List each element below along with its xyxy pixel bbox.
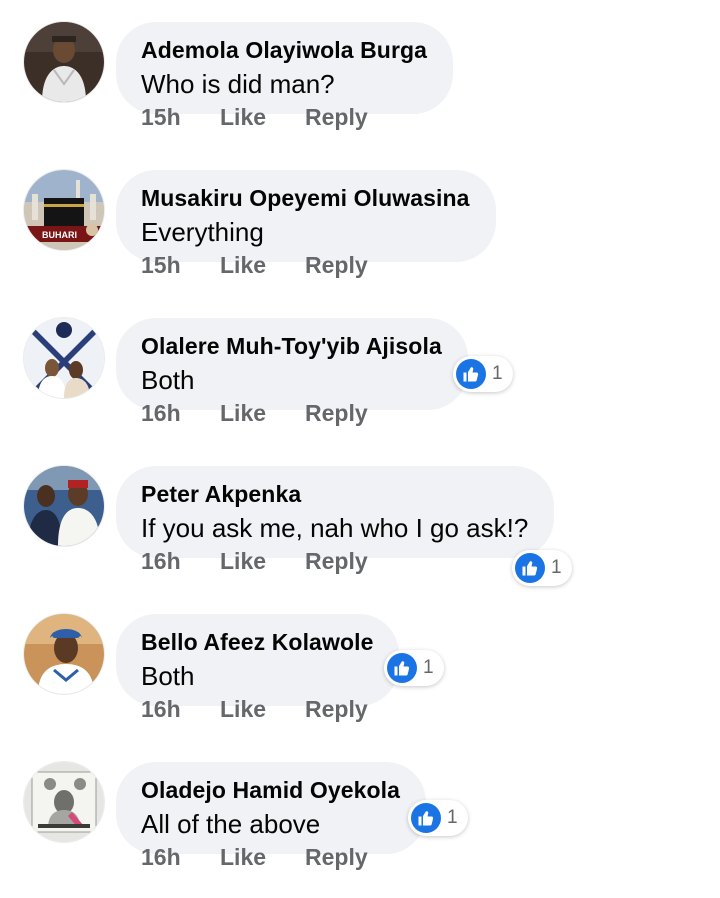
comment-text: Everything: [141, 217, 264, 247]
like-button[interactable]: Like: [220, 837, 266, 877]
like-button[interactable]: Like: [220, 97, 266, 137]
comment-item: Olalere Muh-Toy'yib Ajisola Both 1 16h L…: [0, 296, 720, 444]
reaction-count: 1: [423, 657, 434, 678]
reaction-count: 1: [492, 363, 503, 384]
avatar[interactable]: BUHARI: [24, 170, 104, 250]
author-name[interactable]: Ademola Olayiwola Burga: [141, 35, 427, 65]
author-name[interactable]: Oladejo Hamid Oyekola: [141, 775, 400, 805]
reply-button[interactable]: Reply: [305, 97, 368, 137]
avatar[interactable]: [24, 318, 104, 398]
reaction-count: 1: [447, 807, 458, 828]
timestamp[interactable]: 16h: [141, 689, 181, 729]
avatar[interactable]: [24, 614, 104, 694]
avatar-caption: BUHARI: [42, 230, 77, 240]
like-button[interactable]: Like: [220, 245, 266, 285]
comment-item: Peter Akpenka If you ask me, nah who I g…: [0, 444, 720, 592]
author-name[interactable]: Peter Akpenka: [141, 479, 528, 509]
timestamp[interactable]: 16h: [141, 393, 181, 433]
reaction-count: 1: [551, 557, 562, 578]
author-name[interactable]: Musakiru Opeyemi Oluwasina: [141, 183, 470, 213]
comment-text: Who is did man?: [141, 69, 335, 99]
reaction-count-pill[interactable]: 1: [512, 550, 572, 586]
avatar[interactable]: [24, 762, 104, 842]
reply-button[interactable]: Reply: [305, 837, 368, 877]
like-button[interactable]: Like: [220, 393, 266, 433]
reply-button[interactable]: Reply: [305, 689, 368, 729]
avatar[interactable]: [24, 466, 104, 546]
comment-item: Bello Afeez Kolawole Both 1 16h Like Rep…: [0, 592, 720, 740]
author-name[interactable]: Bello Afeez Kolawole: [141, 627, 373, 657]
comment-text: Both: [141, 365, 195, 395]
avatar[interactable]: [24, 22, 104, 102]
reaction-count-pill[interactable]: 1: [384, 650, 444, 686]
thumbs-up-icon: [387, 653, 417, 683]
thumbs-up-icon: [515, 553, 545, 583]
comment-item: Oladejo Hamid Oyekola All of the above 1…: [0, 740, 720, 888]
comment-text: If you ask me, nah who I go ask!?: [141, 513, 529, 543]
reply-button[interactable]: Reply: [305, 541, 368, 581]
reply-button[interactable]: Reply: [305, 393, 368, 433]
like-button[interactable]: Like: [220, 541, 266, 581]
reaction-count-pill[interactable]: 1: [453, 356, 513, 392]
timestamp[interactable]: 15h: [141, 245, 181, 285]
comment-item: Ademola Olayiwola Burga Who is did man? …: [0, 0, 720, 148]
author-name[interactable]: Olalere Muh-Toy'yib Ajisola: [141, 331, 442, 361]
like-button[interactable]: Like: [220, 689, 266, 729]
timestamp[interactable]: 15h: [141, 97, 181, 137]
timestamp[interactable]: 16h: [141, 837, 181, 877]
comment-text: All of the above: [141, 809, 321, 839]
thumbs-up-icon: [411, 803, 441, 833]
reaction-count-pill[interactable]: 1: [408, 800, 468, 836]
comment-text: Both: [141, 661, 195, 691]
reply-button[interactable]: Reply: [305, 245, 368, 285]
thumbs-up-icon: [456, 359, 486, 389]
timestamp[interactable]: 16h: [141, 541, 181, 581]
comment-item: BUHARI Musakiru Opeyemi Oluwasina Everyt…: [0, 148, 720, 296]
